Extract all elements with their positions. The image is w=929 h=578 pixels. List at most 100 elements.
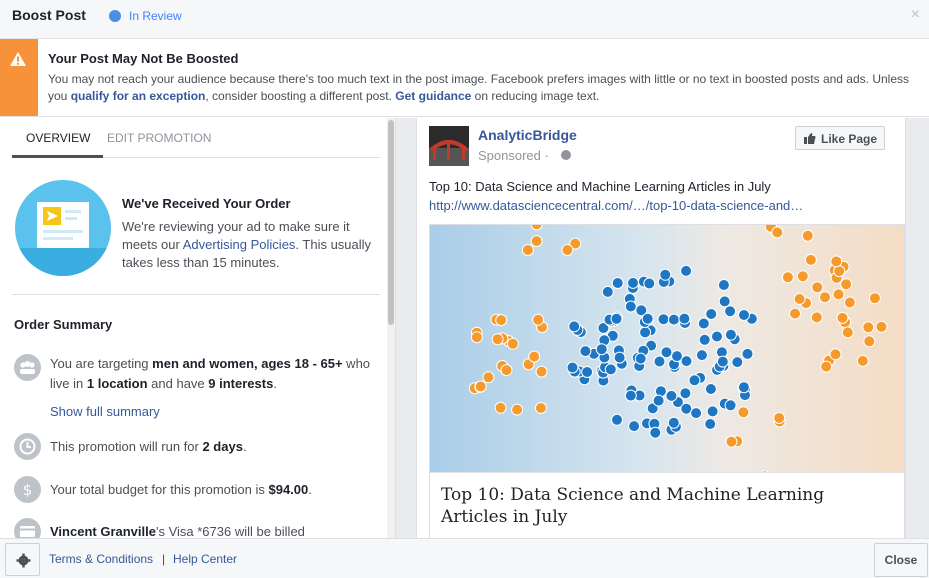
orange-dot: [530, 235, 543, 248]
link-headline[interactable]: Top 10: Data Science and Machine Learnin…: [429, 473, 905, 538]
blue-dot: [690, 407, 703, 420]
tab-edit-promotion[interactable]: EDIT PROMOTION: [107, 131, 211, 145]
budget-summary: Your total budget for this promotion is …: [50, 480, 380, 500]
targeting-summary: You are targeting men and women, ages 18…: [50, 354, 380, 394]
blue-dot: [566, 361, 579, 374]
orange-dot: [804, 253, 817, 266]
summary-text: .: [273, 376, 277, 391]
blue-dot: [717, 279, 730, 291]
blue-dot: [711, 330, 723, 343]
blue-dot: [639, 326, 652, 339]
blue-dot: [610, 312, 623, 325]
summary-text: .: [242, 439, 247, 454]
orange-dot: [875, 320, 888, 333]
post-preview-card: AnalyticBridge Sponsored · Like Page Top…: [416, 118, 906, 538]
blue-dot: [688, 374, 701, 387]
people-icon: [14, 354, 41, 381]
orange-dot: [819, 291, 831, 304]
blue-dot: [679, 387, 692, 400]
orange-dot: [470, 331, 483, 344]
order-received-body: We're reviewing your ad to make sure it …: [122, 218, 380, 272]
orange-dot: [856, 354, 869, 367]
scrollbar[interactable]: [387, 118, 395, 538]
blue-dot: [652, 394, 665, 407]
orange-dot: [793, 293, 806, 305]
orange-dot: [506, 337, 519, 350]
blue-dot: [604, 363, 617, 376]
orange-dot: [820, 360, 833, 373]
settings-button[interactable]: [5, 543, 40, 576]
blue-dot: [601, 285, 614, 298]
blue-dot: [738, 309, 750, 321]
globe-icon: [561, 150, 571, 160]
blue-dot: [667, 313, 680, 326]
tab-bar: OVERVIEW EDIT PROMOTION: [12, 118, 380, 158]
post-preview-panel: AnalyticBridge Sponsored · Like Page Top…: [396, 118, 929, 538]
blue-dot: [653, 355, 666, 368]
post-url-link[interactable]: http://www.datasciencecentral.com/…/top-…: [429, 198, 803, 213]
get-guidance-link[interactable]: Get guidance: [395, 89, 471, 103]
orange-dot: [868, 292, 881, 305]
blue-dot: [611, 413, 623, 426]
orange-dot: [789, 307, 801, 320]
blue-dot: [667, 416, 680, 429]
blue-dot: [705, 308, 718, 320]
like-page-label: Like Page: [821, 132, 878, 146]
orange-dot: [482, 371, 495, 384]
orange-dot: [796, 270, 809, 283]
summary-value: men and women: [152, 356, 255, 371]
page-name-link[interactable]: AnalyticBridge: [478, 127, 577, 143]
billing-summary: Vincent Granville's Visa *6736 will be b…: [50, 522, 380, 538]
divider: [12, 294, 380, 295]
blue-dot: [718, 295, 731, 308]
qualify-exception-link[interactable]: qualify for an exception: [71, 89, 206, 103]
show-full-summary-link[interactable]: Show full summary: [50, 404, 160, 419]
orange-dot: [725, 435, 738, 448]
orange-dot: [811, 281, 824, 294]
warning-body: You may not reach your audience because …: [48, 71, 923, 105]
post-text: Top 10: Data Science and Machine Learnin…: [429, 179, 771, 194]
help-center-link[interactable]: Help Center: [173, 552, 237, 566]
blue-dot: [624, 389, 637, 402]
scatter-illustration: [430, 225, 904, 472]
orange-dot: [771, 226, 784, 239]
orange-dot: [840, 278, 853, 291]
orange-dot: [737, 406, 750, 419]
advertising-policies-link[interactable]: Advertising Policies: [183, 237, 296, 252]
blue-dot: [678, 312, 691, 325]
warning-banner: Your Post May Not Be Boosted You may not…: [0, 39, 929, 117]
orange-dot: [862, 321, 875, 334]
link-headline-text: Top 10: Data Science and Machine Learnin…: [441, 485, 825, 527]
scrollbar-thumb[interactable]: [388, 120, 394, 325]
orange-dot: [841, 326, 854, 339]
warning-text: , consider boosting a different post.: [205, 89, 396, 103]
blue-dot: [611, 277, 624, 289]
thumbs-up-icon: [804, 133, 816, 144]
blue-dot: [568, 320, 581, 333]
close-icon[interactable]: ×: [911, 6, 920, 24]
warning-icon: [10, 52, 26, 66]
orange-dot: [832, 288, 845, 301]
orange-dot: [491, 333, 504, 346]
orange-dot: [521, 244, 534, 256]
summary-value: 9 interests: [208, 376, 274, 391]
summary-value: 1 location: [86, 376, 148, 391]
like-page-button[interactable]: Like Page: [795, 126, 885, 150]
orange-dot: [528, 350, 541, 363]
blue-dot: [680, 264, 693, 277]
blue-dot: [731, 356, 744, 369]
sponsored-label: Sponsored ·: [478, 148, 549, 163]
post-image[interactable]: [429, 224, 905, 473]
orange-dot: [836, 311, 849, 324]
blue-dot: [581, 366, 594, 378]
orange-dot: [532, 313, 545, 326]
tab-overview[interactable]: OVERVIEW: [26, 131, 90, 145]
megaphone-illustration: [15, 180, 111, 276]
close-button[interactable]: Close: [874, 543, 928, 577]
duration-summary: This promotion will run for 2 days.: [50, 437, 380, 457]
gear-icon: [16, 553, 31, 568]
blue-dot: [665, 389, 678, 402]
page-avatar: [429, 126, 469, 166]
terms-link[interactable]: Terms & Conditions: [49, 552, 153, 566]
warning-stripe: [0, 39, 38, 116]
